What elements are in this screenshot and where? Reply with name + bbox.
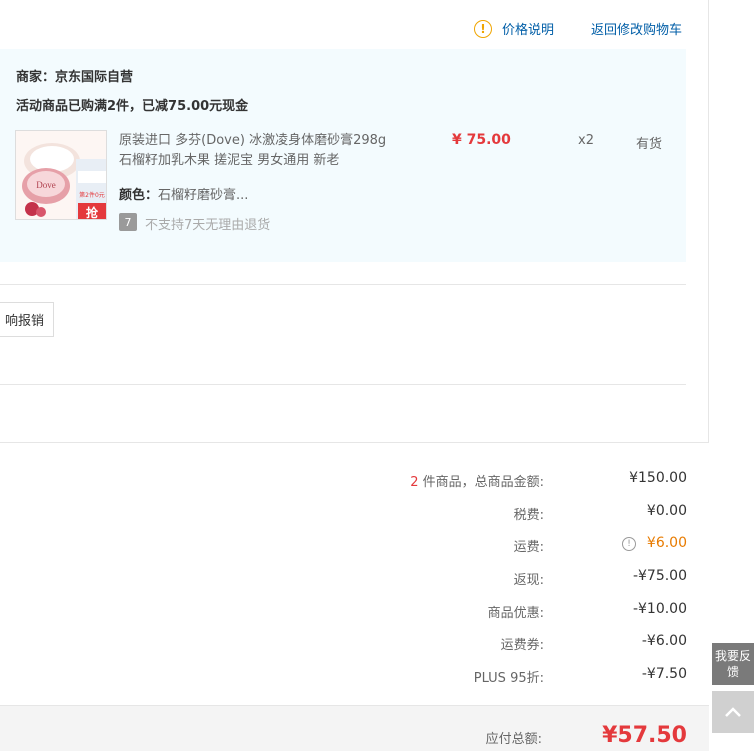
total-label: 应付总额: xyxy=(485,732,542,747)
shipping-label: 运费: xyxy=(513,540,544,555)
shipping-value: ¥6.00 xyxy=(646,535,687,551)
plus-discount-label: PLUS 95折: xyxy=(473,671,544,686)
promotion-text: 活动商品已购满2件，已减75.00元现金 xyxy=(16,99,249,114)
invoice-button-label: 响报销 xyxy=(4,314,44,329)
tax-label: 税费: xyxy=(513,508,544,523)
rebate-label: 返现: xyxy=(513,573,544,588)
divider xyxy=(0,384,686,385)
image-promo-text: 第2件0元 xyxy=(79,191,105,199)
divider xyxy=(0,284,686,285)
no-return-icon: 7 xyxy=(119,213,137,231)
panel-border xyxy=(708,0,709,443)
color-label: 颜色： xyxy=(119,188,159,203)
plus-discount-value: -¥7.50 xyxy=(641,666,687,682)
product-quantity: x2 xyxy=(578,133,594,148)
chevron-up-icon xyxy=(725,707,741,717)
items-total-value: ¥150.00 xyxy=(629,470,687,486)
price-note-label: 价格说明 xyxy=(502,23,555,38)
image-brand-text: Dove xyxy=(36,180,56,190)
back-to-top-button[interactable] xyxy=(712,691,754,733)
rebate-value: -¥75.00 xyxy=(632,568,687,584)
exclamation-icon: ! xyxy=(474,19,492,38)
back-to-cart-link[interactable]: 返回修改购物车 xyxy=(591,19,682,38)
return-policy-text: 不支持7天无理由退货 xyxy=(145,218,271,233)
product-thumbnail[interactable]: Dove 第2件0元 抢 xyxy=(15,130,107,220)
product-price: ¥ 75.00 xyxy=(452,132,511,148)
total-value: ¥57.50 xyxy=(602,723,687,748)
shipping-coupon-value: -¥6.00 xyxy=(641,633,687,649)
invoice-button[interactable]: 响报销 xyxy=(0,302,54,337)
items-count-label: 2 件商品，总商品金额: xyxy=(410,471,544,490)
panel-border xyxy=(0,442,709,443)
shipping-info-icon[interactable]: ! xyxy=(622,537,636,551)
discount-value: -¥10.00 xyxy=(632,601,687,617)
stock-status: 有货 xyxy=(636,137,663,152)
merchant-name: 商家：京东国际自营 xyxy=(16,70,134,85)
product-image: Dove 第2件0元 抢 xyxy=(16,131,106,220)
price-note-link[interactable]: ! 价格说明 xyxy=(474,19,554,38)
items-count: 2 xyxy=(410,475,419,490)
color-value: 石榴籽磨砂膏... xyxy=(158,188,249,203)
product-title[interactable]: 原装进口 多芬(Dove) 冰激凌身体磨砂膏298g 石榴籽加乳木果 搓泥宝 男… xyxy=(119,131,389,171)
tax-value: ¥0.00 xyxy=(646,503,687,519)
image-tag-text: 抢 xyxy=(86,205,99,220)
product-attribute: 颜色：石榴籽磨砂膏... xyxy=(119,184,248,203)
items-total-label: 件商品，总商品金额: xyxy=(422,475,544,490)
discount-label: 商品优惠: xyxy=(487,606,544,621)
shipping-coupon-label: 运费券: xyxy=(500,638,544,653)
back-to-cart-label: 返回修改购物车 xyxy=(591,23,683,38)
feedback-button[interactable]: 我要反馈 xyxy=(712,643,754,685)
